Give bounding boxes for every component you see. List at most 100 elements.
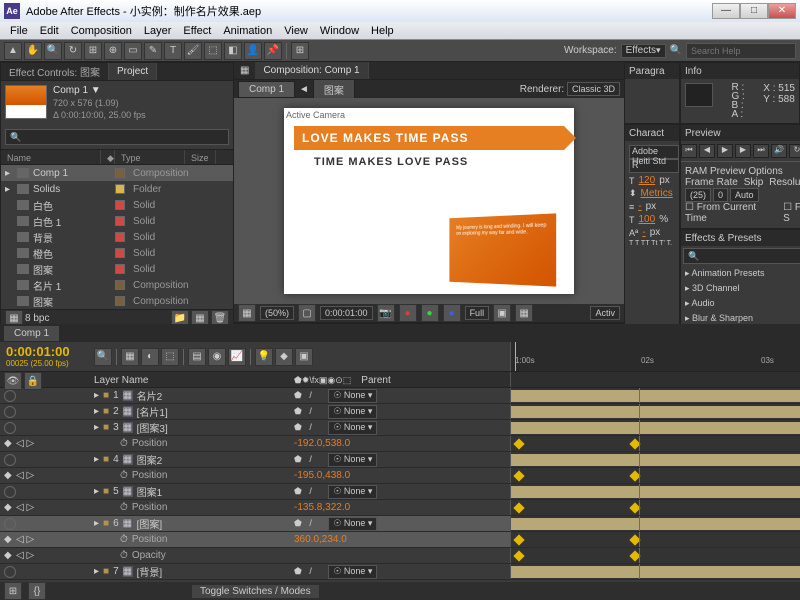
minimize-button[interactable]: — <box>712 3 740 19</box>
scale[interactable]: 100 <box>639 214 656 225</box>
property-row[interactable]: ◆◁ ▷⏱ Position-135.8,322.0 <box>0 500 800 516</box>
parent-dropdown[interactable]: ☉ None ▾ <box>328 421 377 435</box>
tab-character[interactable]: Charact <box>629 128 664 139</box>
visibility-icon[interactable] <box>4 454 16 466</box>
text-tool-icon[interactable]: T <box>164 42 182 60</box>
visibility-icon[interactable] <box>4 566 16 578</box>
grid-icon[interactable]: ▦ <box>238 304 256 322</box>
time-display[interactable]: 0:00:01:00 <box>320 306 373 320</box>
layer-row[interactable]: ▸■6▦[图案]⬟ / ☉ None ▾ <box>0 516 800 532</box>
play-icon[interactable]: ▶ <box>717 144 733 158</box>
keyframe-icon[interactable] <box>513 502 524 513</box>
menu-file[interactable]: File <box>4 25 34 37</box>
project-item[interactable]: 白色Solid <box>1 197 233 213</box>
parent-dropdown[interactable]: ☉ None ▾ <box>328 565 377 579</box>
expand-icon[interactable]: ⊞ <box>4 582 22 600</box>
channel-icon-3[interactable]: ● <box>443 304 461 322</box>
toggle-icon[interactable]: {} <box>28 582 46 600</box>
property-row[interactable]: ◆◁ ▷⏱ Position-192.0,538.0 <box>0 436 800 452</box>
snapshot-icon[interactable]: 📷 <box>377 304 395 322</box>
view-dropdown[interactable]: Activ <box>590 306 620 320</box>
tab-effects-presets[interactable]: Effects & Presets <box>685 233 762 244</box>
label-swatch[interactable] <box>115 184 125 194</box>
text-style-buttons[interactable]: T T TT Tt T' T. <box>629 240 675 247</box>
menu-view[interactable]: View <box>278 25 314 37</box>
keyframe-icon[interactable] <box>513 470 524 481</box>
visibility-icon[interactable] <box>4 390 16 402</box>
search-input[interactable] <box>686 43 796 59</box>
region-icon[interactable]: ▣ <box>493 304 511 322</box>
label-swatch[interactable] <box>115 264 125 274</box>
prev-frame-icon[interactable]: ◀ <box>699 144 715 158</box>
property-row[interactable]: ◆◁ ▷⏱ Position360.0,234.0 <box>0 532 800 548</box>
label-swatch[interactable] <box>115 296 125 306</box>
preview-res-dropdown[interactable]: Auto <box>730 188 759 202</box>
stopwatch-icon[interactable]: ⏱ <box>120 550 128 561</box>
workspace-dropdown[interactable]: Effects ▾ <box>621 44 666 58</box>
motion-blur-icon[interactable]: ◉ <box>208 348 226 366</box>
font-family-dropdown[interactable]: Adobe Heiti Std <box>629 145 679 159</box>
visibility-icon[interactable] <box>4 422 16 434</box>
layer-switches-icon[interactable]: ▣ <box>295 348 313 366</box>
comp-tab-2[interactable]: 图案 <box>313 79 355 100</box>
layer-row[interactable]: ▸■3▦[图案3]⬟ / ☉ None ▾ <box>0 420 800 436</box>
effect-category[interactable]: ▸ Animation Presets <box>681 266 800 281</box>
zoom-tool-icon[interactable]: 🔍 <box>44 42 62 60</box>
stamp-tool-icon[interactable]: ⬚ <box>204 42 222 60</box>
visibility-icon[interactable] <box>4 486 16 498</box>
next-frame-icon[interactable]: ▶ <box>735 144 751 158</box>
menu-help[interactable]: Help <box>365 25 400 37</box>
col-label-icon[interactable]: ◆ <box>101 150 115 164</box>
hand-tool-icon[interactable]: ✋ <box>24 42 42 60</box>
parent-dropdown[interactable]: ☉ None ▾ <box>328 405 377 419</box>
col-name[interactable]: Name <box>1 150 101 164</box>
time-ruler[interactable]: 1:00s 02s 03s <box>510 342 800 371</box>
project-item[interactable]: ▸Comp 1Composition <box>1 165 233 181</box>
anchor-tool-icon[interactable]: ⊕ <box>104 42 122 60</box>
puppet-tool-icon[interactable]: 📌 <box>264 42 282 60</box>
composition-viewer[interactable]: Active Camera LOVE MAKES TIME PASS TIME … <box>234 98 624 304</box>
timeline-tab[interactable]: Comp 1 <box>4 326 59 341</box>
project-item[interactable]: ▸SolidsFolder <box>1 181 233 197</box>
menu-edit[interactable]: Edit <box>34 25 65 37</box>
parent-dropdown[interactable]: ☉ None ▾ <box>328 485 377 499</box>
menu-composition[interactable]: Composition <box>65 25 138 37</box>
font-size[interactable]: 120 <box>639 175 656 186</box>
auto-keyframe-icon[interactable]: ◆ <box>275 348 293 366</box>
parent-dropdown[interactable]: ☉ None ▾ <box>328 453 377 467</box>
tab-paragraph[interactable]: Paragra <box>629 66 665 77</box>
pen-tool-icon[interactable]: ✎ <box>144 42 162 60</box>
resolution-dropdown[interactable]: Full <box>465 306 490 320</box>
channel-icon-2[interactable]: ● <box>421 304 439 322</box>
keyframe-icon[interactable] <box>513 534 524 545</box>
frame-blend-icon[interactable]: ▤ <box>188 348 206 366</box>
project-item[interactable]: 橙色Solid <box>1 245 233 261</box>
toggle-switches-button[interactable]: Toggle Switches / Modes <box>192 585 319 598</box>
project-item[interactable]: 白色 1Solid <box>1 213 233 229</box>
comp-name[interactable]: Comp 1 ▼ <box>53 85 146 97</box>
roto-tool-icon[interactable]: 👤 <box>244 42 262 60</box>
stopwatch-icon[interactable]: ⏱ <box>120 502 128 513</box>
graph-editor-icon[interactable]: 📈 <box>228 348 246 366</box>
effect-category[interactable]: ▸ Audio <box>681 296 800 311</box>
stopwatch-icon[interactable]: ⏱ <box>120 534 128 545</box>
label-swatch[interactable] <box>115 232 125 242</box>
stroke[interactable]: - <box>638 201 641 212</box>
current-time[interactable]: 0:00:01:00 <box>6 344 84 359</box>
col-size[interactable]: Size <box>185 150 216 164</box>
bpc-button[interactable]: 8 bpc <box>25 313 49 324</box>
audio-icon[interactable]: 🔊 <box>771 144 787 158</box>
menu-layer[interactable]: Layer <box>138 25 178 37</box>
menu-animation[interactable]: Animation <box>217 25 278 37</box>
tab-project[interactable]: Project <box>109 63 157 80</box>
res-icon[interactable]: ▢ <box>298 304 316 322</box>
project-item[interactable]: 名片 1Composition <box>1 277 233 293</box>
label-swatch[interactable] <box>115 168 125 178</box>
tab-effect-controls[interactable]: Effect Controls: 图案 <box>1 63 109 80</box>
rotate-tool-icon[interactable]: ↻ <box>64 42 82 60</box>
renderer-dropdown[interactable]: Classic 3D <box>567 82 620 96</box>
camera-tool-icon[interactable]: ⊞ <box>84 42 102 60</box>
visibility-icon[interactable] <box>4 406 16 418</box>
framerate-dropdown[interactable]: (25) <box>685 188 711 202</box>
tab-info[interactable]: Info <box>685 66 702 77</box>
